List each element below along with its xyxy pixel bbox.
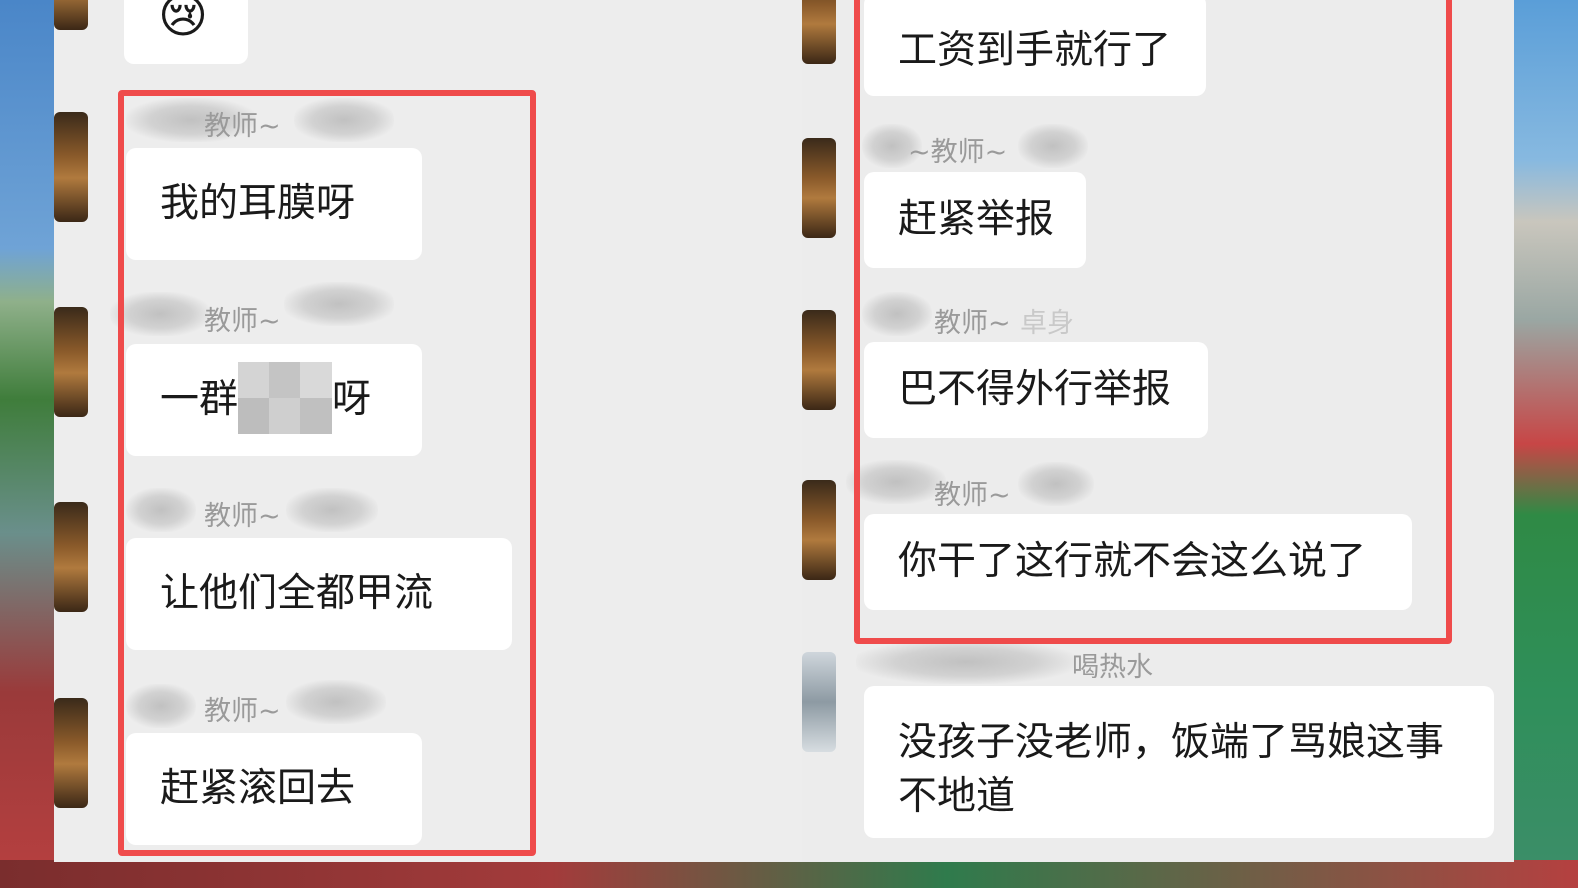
background-stadium-left <box>0 0 56 888</box>
message-bubble[interactable]: 没孩子没老师，饭端了骂娘这事不地道 <box>864 686 1494 838</box>
avatar[interactable] <box>802 480 836 580</box>
crying-face-emoji: 😢 <box>158 0 209 44</box>
red-highlight-box <box>118 90 536 856</box>
avatar[interactable] <box>802 652 836 752</box>
avatar[interactable] <box>802 0 836 64</box>
sender-name: 喝热水 <box>1072 652 1153 683</box>
background-stadium-right <box>1512 0 1578 888</box>
message-text: 没孩子没老师，饭端了骂娘这事不地道 <box>898 720 1445 819</box>
background-running-track <box>0 860 1578 888</box>
avatar[interactable] <box>54 502 88 612</box>
right-chat-screenshot: 工资到手就行了 ~教师~ 赶紧举报 教师~ 卓身 巴不得外行举报 教师~ 你干了… <box>802 0 1514 862</box>
red-highlight-box <box>854 0 1452 644</box>
avatar[interactable] <box>54 698 88 808</box>
emoji-message-bubble[interactable]: 😢 <box>124 0 248 64</box>
avatar[interactable] <box>54 112 88 222</box>
avatar[interactable] <box>54 0 88 30</box>
blurred-name <box>856 640 1076 684</box>
avatar[interactable] <box>802 138 836 238</box>
avatar[interactable] <box>54 307 88 417</box>
avatar[interactable] <box>802 310 836 410</box>
left-chat-screenshot: 😢 教师~ 我的耳膜呀 教师~ 一群呀 教师~ 让他们全都甲流 教师~ 赶紧滚回… <box>54 0 802 862</box>
